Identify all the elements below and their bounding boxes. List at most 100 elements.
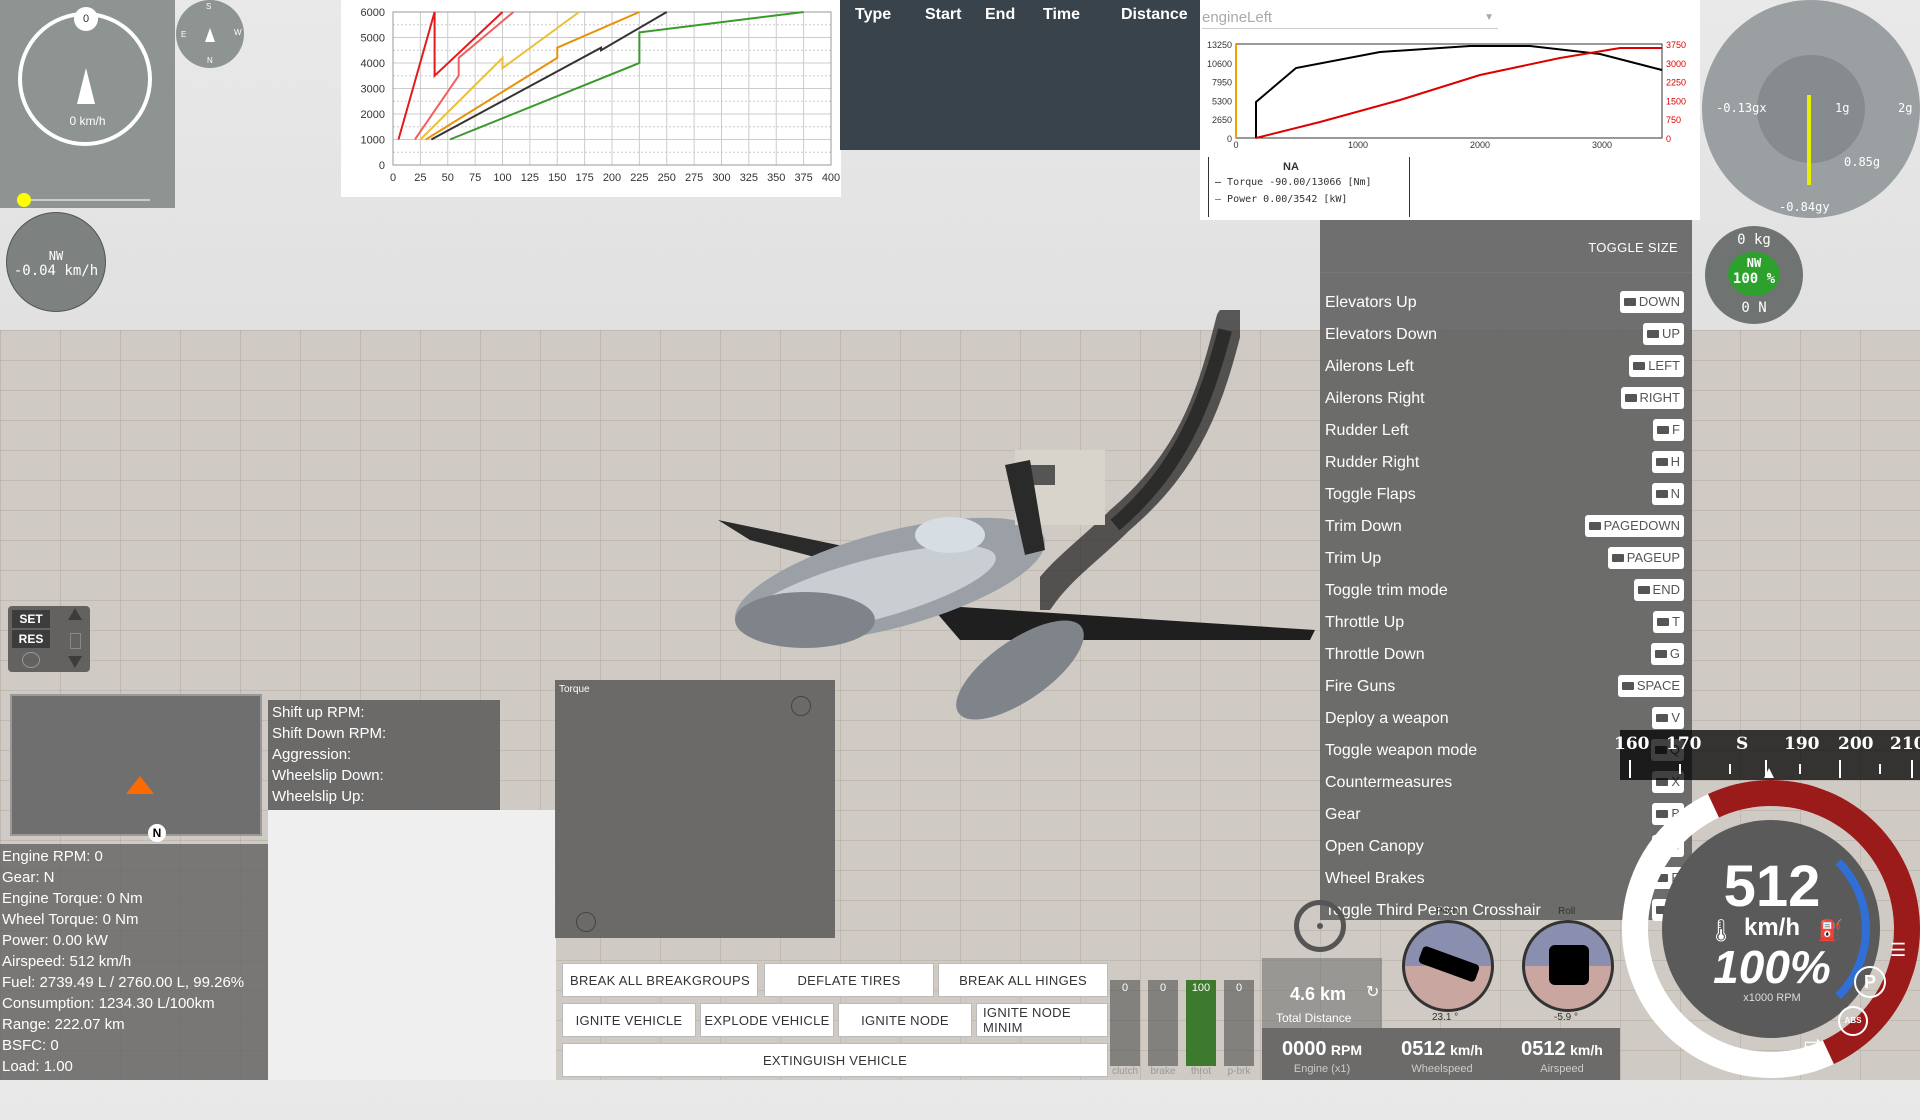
load-force: 0 N [1741,300,1767,316]
binding-row[interactable]: Throttle Down G [1320,640,1692,672]
minimap[interactable]: N [10,694,262,842]
gear-ytick: 1000 [361,135,385,147]
cruise-down-icon[interactable] [68,656,82,668]
dash-speed: 512 [1723,854,1821,919]
speed-slider[interactable] [24,199,150,201]
engine-rtick: 3750 [1666,40,1686,50]
nw-gauge: NW -0.04 km/h [6,212,106,312]
engine-xtick: 2000 [1470,140,1490,150]
ignite-node-button[interactable]: IGNITE NODE [838,1003,972,1037]
binding-key-label: T [1672,614,1680,629]
compass-arrow-icon [205,28,215,42]
g-gy1: 0.85g [1844,155,1881,169]
binding-key[interactable]: PAGEUP [1607,547,1684,569]
legend-torque: Torque -90.00/13066 [Nm] [1227,177,1372,188]
pitch-value: 23.1 ° [1432,1012,1459,1023]
gear-xtick: 75 [469,172,481,184]
pedal-inputs: 0 clutch 0 brake 100 throt 0 p-brk [1110,972,1260,1080]
binding-row[interactable]: Trim Down PAGEDOWN [1320,512,1692,544]
slider-knob[interactable] [17,193,31,207]
engine-selector[interactable]: engineLeft ▼ [1202,2,1498,29]
tape-ticks [1629,760,1913,778]
binding-row[interactable]: Fire Guns SPACE [1320,672,1692,704]
nw-dir: NW [48,249,64,263]
binding-row[interactable]: Elevators Up DOWN [1320,288,1692,320]
roll-vehicle-icon [1549,945,1589,985]
stat-line: Aggression: [272,746,352,763]
readout: 0000 RPM Engine (x1) [1262,1028,1382,1075]
engine-panel: engineLeft ▼ 13250 10600 7950 5300 2650 0 3750… [1200,0,1700,220]
explode-vehicle-button[interactable]: EXPLODE VEHICLE [700,1003,834,1037]
binding-key[interactable]: V [1652,707,1684,729]
stat-line: Airspeed: 512 km/h [2,953,132,970]
readout-bar: 0000 RPM Engine (x1) 0512 km/h Wheelspeed 05… [1262,1028,1620,1080]
tape-label: 200 [1838,734,1874,754]
gear-xtick: 25 [414,172,426,184]
binding-row[interactable]: Trim Up PAGEUP [1320,544,1692,576]
cruise-res-button[interactable]: RES [12,630,50,648]
dash-fuel-pct: 100% [1713,941,1831,993]
binding-row[interactable]: Toggle trim mode END [1320,576,1692,608]
binding-key[interactable]: PAGEDOWN [1584,515,1684,537]
binding-key[interactable]: F [1653,419,1684,441]
readout-value: 0512 [1521,1038,1566,1060]
binding-label: Gear [1325,806,1361,823]
binding-key[interactable]: T [1653,611,1684,633]
keyboard-icon [1621,682,1634,690]
deflate-tires-button[interactable]: DEFLATE TIRES [764,963,934,997]
torque-handle-top[interactable] [791,696,811,716]
ignite-node-min-button[interactable]: IGNITE NODE MINIM [976,1003,1108,1037]
binding-key[interactable]: END [1633,579,1684,601]
extinguish-vehicle-button[interactable]: EXTINGUISH VEHICLE [562,1043,1108,1077]
gear-xtick: 50 [442,172,454,184]
binding-label: Trim Down [1325,518,1402,535]
engine-xtick: 3000 [1592,140,1612,150]
binding-row[interactable]: Elevators Down UP [1320,320,1692,352]
binding-row[interactable]: Rudder Left F [1320,416,1692,448]
binding-row[interactable]: Rudder Right H [1320,448,1692,480]
binding-key[interactable]: SPACE [1617,675,1684,697]
binding-key[interactable]: RIGHT [1620,387,1684,409]
cruise-set-button[interactable]: SET [12,610,50,628]
break-hinges-button[interactable]: BREAK ALL HINGES [938,963,1108,997]
tape-label: 190 [1784,734,1820,754]
binding-key-label: PAGEUP [1626,550,1680,565]
binding-key-label: PAGEDOWN [1603,518,1680,533]
cruise-up-icon[interactable] [68,608,82,620]
torque-handle-bottom[interactable] [576,912,596,932]
stat-line: BSFC: 0 [2,1037,59,1054]
binding-key[interactable]: UP [1642,323,1684,345]
binding-key[interactable]: G [1650,643,1684,665]
binding-row[interactable]: Throttle Up T [1320,608,1692,640]
toggle-size-button[interactable]: TOGGLE SIZE [1588,240,1678,255]
binding-label: Toggle weapon mode [1325,742,1478,759]
binding-row[interactable]: Toggle Flaps N [1320,480,1692,512]
binding-row[interactable]: Ailerons Left LEFT [1320,352,1692,384]
trip-meter: 4.6 km ↻ Total Distance [1262,958,1382,1028]
pitch-vehicle-icon [1417,945,1481,983]
keyboard-icon [1646,330,1659,338]
binding-label: Throttle Down [1325,646,1425,663]
cruise-timer-icon [22,652,40,668]
binding-key-label: SPACE [1636,678,1680,693]
break-breakgroups-button[interactable]: BREAK ALL BREAKGROUPS [562,963,758,997]
gear-xtick: 275 [685,172,703,184]
binding-key[interactable]: LEFT [1629,355,1684,377]
binding-key[interactable]: N [1651,483,1684,505]
binding-key[interactable]: H [1651,451,1684,473]
headlight-icon: ☰ [1890,940,1907,960]
pedal-value: 0 [1159,982,1167,994]
engine-rtick: 3000 [1666,59,1686,69]
readout-value: 0000 [1281,1038,1327,1060]
heading-badge: 0 [74,7,98,31]
binding-row[interactable]: Ailerons Right RIGHT [1320,384,1692,416]
reset-icon[interactable]: ↻ [1366,982,1379,1002]
ignite-vehicle-button[interactable]: IGNITE VEHICLE [562,1003,696,1037]
cruise-value [70,633,81,649]
gear-xtick: 100 [493,172,511,184]
binding-key[interactable]: DOWN [1619,291,1684,313]
binding-key-label: END [1652,582,1680,597]
stat-line: Load: 1.00 [2,1058,73,1075]
temperature-icon: 🌡 [1707,918,1735,943]
gear-ytick: 2000 [361,109,385,121]
